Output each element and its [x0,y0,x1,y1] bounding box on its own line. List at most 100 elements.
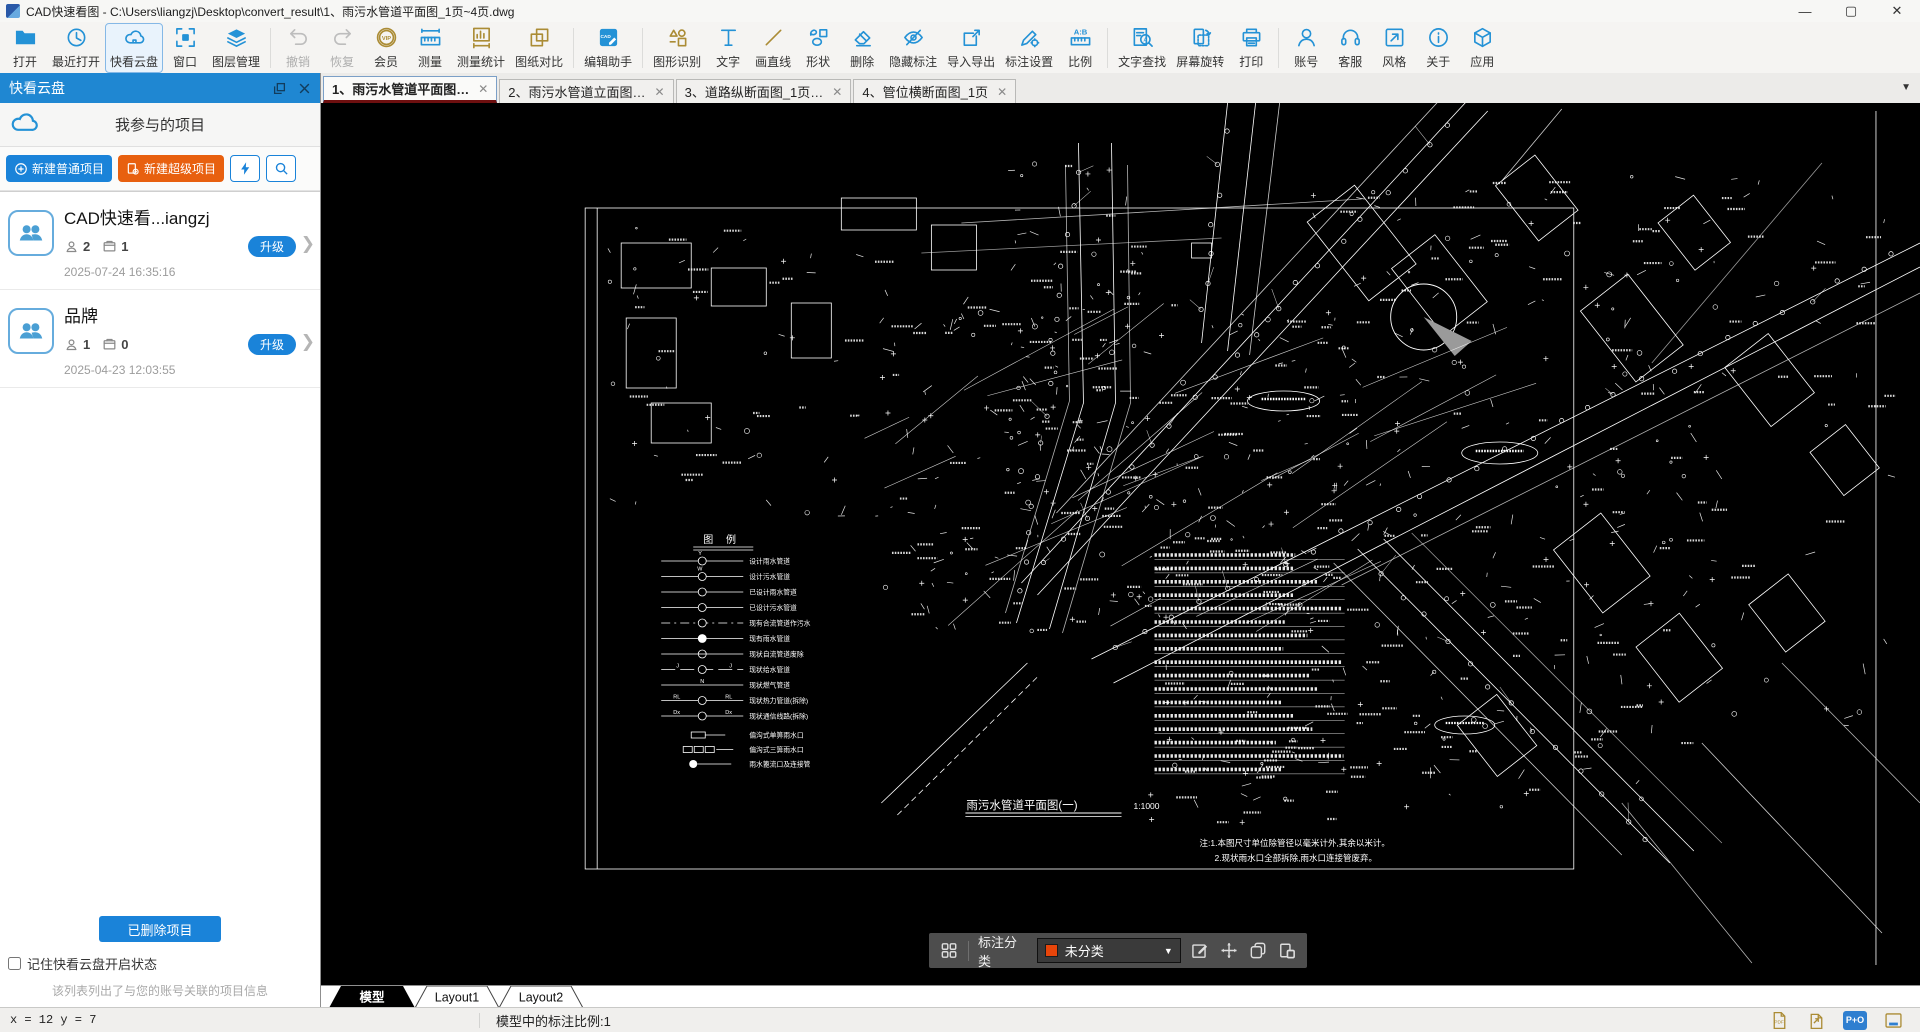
toolbar-recent-clock[interactable]: 最近打开 [47,23,105,73]
search-icon [275,162,288,175]
toolbar-window[interactable]: 窗口 [163,23,207,73]
toolbar-label: 最近打开 [52,54,101,69]
cad-drawing[interactable]: 图 例 Y 设计雨水管道 W 设计污水管道已设计雨水管道已设计污水管道现有合流管道作污… [321,103,1920,985]
toolbar-label: 文字 [716,54,741,69]
toolbar-text[interactable]: 文字 [706,23,750,73]
close-tab-icon[interactable]: ✕ [655,85,665,99]
annotation-settings-icon [1020,29,1040,47]
close-tab-icon[interactable]: ✕ [997,85,1007,99]
toolbar-open-folder[interactable]: 打开 [3,23,47,73]
project-meta: 1 0 升级 [64,334,312,355]
minimize-button[interactable]: — [1782,0,1828,22]
project-item[interactable]: 品牌 1 0 升级 2025-04-23 12:03:55 ❯ [0,290,320,388]
move-annotation-icon[interactable] [1219,940,1239,961]
paste-annotation-icon[interactable] [1277,940,1297,961]
upgrade-button[interactable]: 升级 [247,236,296,257]
toolbar-shapes[interactable]: 形状 [796,23,840,73]
toolbar-support[interactable]: 客服 [1328,23,1372,73]
tab-model-label[interactable]: 模型 [359,990,385,1005]
toolbar-cloud[interactable]: 快看云盘 [105,23,164,73]
toolbar-text-search[interactable]: A 文字查找 [1113,23,1171,73]
text-icon [720,28,736,46]
edit-annotation-icon[interactable] [1190,940,1210,961]
new-super-project-button[interactable]: 新建超级项目 [118,155,225,182]
remember-checkbox[interactable] [8,957,21,970]
svg-text:N: N [700,679,704,685]
category-color-swatch [1044,944,1058,957]
close-tab-icon[interactable]: ✕ [832,85,842,99]
folder-small-icon [103,338,116,350]
legend-item-label: 现有雨水管道 [749,634,790,643]
toolbar-apps[interactable]: 应用 [1460,23,1504,73]
toolbar-annotation-settings[interactable]: 标注设置 [1000,23,1058,73]
toolbar-print[interactable]: 打印 [1229,23,1273,73]
toolbar-layers[interactable]: 图层管理 [207,23,265,73]
svg-text:J: J [676,664,679,670]
search-project-button[interactable] [266,155,297,182]
toolbar-label: 撤销 [286,54,311,69]
doc-tab-4[interactable]: 4、管位横断面图_1页 ✕ [853,79,1017,103]
lightning-icon [240,162,249,175]
close-button[interactable]: ✕ [1874,0,1920,22]
project-body: CAD快速看...iangzj 2 1 升级 2025-07-24 16:35:16 [64,204,312,279]
toolbar-style[interactable]: 风格 [1372,23,1416,73]
redo-icon [333,28,351,45]
folder-small-icon [103,240,116,252]
edit-assistant-icon: CAD [599,28,617,46]
annotation-category-select[interactable]: 未分类 ▼ [1036,938,1181,963]
category-grid-icon[interactable] [939,940,959,961]
toolbar-import-export[interactable]: 导入导出 [942,23,1000,73]
sync-button[interactable] [230,155,261,182]
toolbar-vip[interactable]: VIP 会员 [364,23,408,73]
legend-item-label: 现状热力管道(拆除) [749,696,808,705]
toolbar-about[interactable]: 关于 [1416,23,1460,73]
project-title: CAD快速看...iangzj [64,209,210,228]
doc-tab-2[interactable]: 2、雨污水管道立面图… ✕ [499,79,674,103]
legend-item: 现有合流管道作污水 [661,618,811,628]
copy-annotation-icon[interactable] [1248,940,1268,961]
toolbar-compare[interactable]: 图纸对比 [510,23,568,73]
upgrade-button[interactable]: 升级 [247,334,296,355]
toolbar-screen-rotate[interactable]: 屏幕旋转 [1171,23,1229,73]
svg-text:Dx: Dx [673,710,680,716]
toolbar-draw-line[interactable]: 画直线 [750,23,796,73]
compare-icon [530,28,549,46]
export-pdf-icon[interactable]: PDF [1769,1010,1790,1031]
toolbar-measure[interactable]: 测量 [408,23,452,73]
toolbar-shape-recognition[interactable]: 图形识别 [648,23,706,73]
legend-item-label: 现状燃气管道 [749,680,790,689]
chevron-right-icon[interactable]: ❯ [301,332,315,352]
maximize-button[interactable]: ▢ [1828,0,1874,22]
doc-tab-1[interactable]: 1、雨污水管道平面图… ✕ [323,76,498,103]
deleted-projects-button[interactable]: 已删除项目 [99,916,221,942]
toolbar-label: 应用 [1470,54,1495,69]
tab-list-dropdown-icon[interactable]: ▼ [1901,82,1911,93]
member-count: 1 [83,337,91,352]
divider [968,940,970,961]
p-plus-o-icon[interactable]: P+O [1843,1010,1867,1030]
content: 快看云盘 我参与的项目 新建普通项目 新建超级项目 CAD快速看...iangz… [0,73,1920,1008]
draw-line-icon [765,28,782,46]
toolbar-edit-assistant[interactable]: CAD 编辑助手 [579,23,637,73]
doc-tab-label: 4、管位横断面图_1页 [862,85,989,100]
tab-layout2-label[interactable]: Layout2 [519,991,564,1005]
toolbar-scale-ratio[interactable]: A:B 比例 [1058,23,1102,73]
close-tab-icon[interactable]: ✕ [478,82,488,96]
toolbar-hide-annotation[interactable]: 隐藏标注 [884,23,942,73]
svg-text:CAD: CAD [600,33,611,39]
layers-icon [226,28,246,47]
close-panel-icon[interactable] [298,82,311,95]
tab-layout1-label[interactable]: Layout1 [435,991,480,1005]
recent-clock-icon [67,28,85,46]
toolbar-account[interactable]: 账号 [1284,23,1328,73]
toolbar-measure-stats[interactable]: 测量统计 [452,23,510,73]
toolbar-eraser[interactable]: 删除 [840,23,884,73]
chevron-right-icon[interactable]: ❯ [301,234,315,254]
float-panel-icon[interactable] [273,82,286,95]
project-item[interactable]: CAD快速看...iangzj 2 1 升级 2025-07-24 16:35:16 ❯ [0,192,320,290]
new-normal-project-button[interactable]: 新建普通项目 [6,155,113,182]
cad-canvas[interactable]: 图 例 Y 设计雨水管道 W 设计污水管道 已设计雨水管道 已设计污水管道 现有合流管道作污… [321,103,1920,985]
panel-toggle-icon[interactable] [1883,1010,1904,1031]
batch-export-pdf-icon[interactable] [1806,1010,1827,1031]
doc-tab-3[interactable]: 3、道路纵断面图_1页… ✕ [675,79,852,103]
